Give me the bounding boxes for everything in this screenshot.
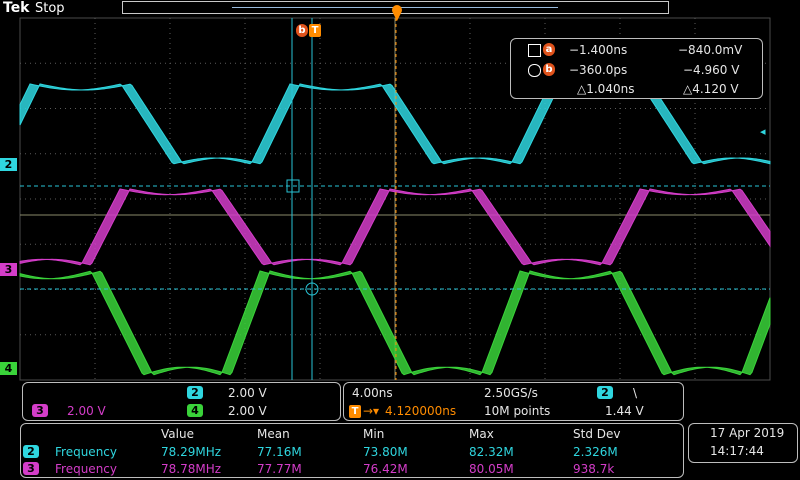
horizontal-trigger-panel[interactable]: 4.00ns 2.50GS/s 2 \ T →▾ 4.120000ns 10M … — [343, 382, 684, 421]
ch4-scale[interactable]: 2.00 V — [228, 404, 267, 418]
meas-row2-max: 80.05M — [469, 462, 514, 476]
meas-row1-min: 73.80M — [363, 445, 408, 459]
ch3-scale-badge[interactable]: 3 — [32, 404, 48, 417]
measurement-panel[interactable]: Value Mean Min Max Std Dev 2 Frequency 7… — [20, 423, 684, 478]
ch2-scale[interactable]: 2.00 V — [228, 386, 267, 400]
cursor-a-time: −1.400ns — [569, 43, 628, 57]
trigger-level-arrow-icon: ◂ — [760, 125, 766, 138]
meas-row1-max: 82.32M — [469, 445, 514, 459]
cursor-a-marker: a — [543, 43, 555, 56]
col-header-stddev: Std Dev — [573, 427, 621, 441]
trigger-position-marker[interactable] — [391, 3, 403, 27]
cursor-b-trigger-markers: b T — [296, 24, 321, 37]
channel-2-label[interactable]: 2 — [0, 158, 17, 171]
record-length[interactable]: 10M points — [484, 404, 550, 418]
date: 17 Apr 2019 — [710, 426, 785, 440]
channel-3-label[interactable]: 3 — [0, 263, 17, 276]
ch3-scale[interactable]: 2.00 V — [67, 404, 106, 418]
meas-row1-stddev: 2.326M — [573, 445, 618, 459]
cursor-delta-volt: △4.120 V — [683, 82, 739, 96]
time-per-div[interactable]: 4.00ns — [352, 386, 393, 400]
time: 14:17:44 — [710, 444, 764, 458]
meas-row2-value: 78.78MHz — [161, 462, 222, 476]
col-header-value: Value — [161, 427, 194, 441]
meas-row1-mean: 77.16M — [257, 445, 302, 459]
meas-row2-stddev: 938.7k — [573, 462, 615, 476]
vertical-scale-panel[interactable]: 2 2.00 V 3 2.00 V 4 2.00 V — [22, 382, 341, 421]
cursor-b-circle-icon — [528, 64, 541, 77]
meas-row2-mean: 77.77M — [257, 462, 302, 476]
cursor-b-volt: −4.960 V — [683, 63, 740, 77]
col-header-min: Min — [363, 427, 385, 441]
cursor-b-time: −360.0ps — [569, 63, 628, 77]
trigger-position[interactable]: 4.120000ns — [385, 404, 456, 418]
datetime-panel[interactable]: 17 Apr 2019 14:17:44 — [688, 423, 798, 463]
cursor-b-marker[interactable]: b — [296, 24, 308, 37]
ch2-scale-badge[interactable]: 2 — [187, 386, 203, 399]
trigger-arrow-icon: →▾ — [363, 404, 380, 418]
trigger-position-icon: T — [349, 405, 361, 418]
trigger-slope-icon[interactable]: \ — [633, 386, 637, 400]
cursor-readout-panel: a −1.400ns −840.0mV b −360.0ps −4.960 V … — [510, 38, 763, 99]
cursor-a-volt: −840.0mV — [678, 43, 743, 57]
meas-row2-name[interactable]: Frequency — [55, 462, 117, 476]
meas-row2-min: 76.42M — [363, 462, 408, 476]
sample-rate[interactable]: 2.50GS/s — [484, 386, 538, 400]
meas-row1-value: 78.29MHz — [161, 445, 222, 459]
meas-row1-channel: 2 — [23, 445, 39, 458]
trigger-marker[interactable]: T — [309, 24, 321, 37]
cursor-delta-time: △1.040ns — [577, 82, 635, 96]
trigger-source-badge[interactable]: 2 — [597, 386, 613, 399]
cursor-a-square-icon — [528, 44, 541, 57]
channel-4-label[interactable]: 4 — [0, 362, 17, 375]
meas-row2-channel: 3 — [23, 462, 39, 475]
cursor-b-marker-readout: b — [543, 63, 555, 76]
trigger-level[interactable]: 1.44 V — [605, 404, 644, 418]
col-header-max: Max — [469, 427, 494, 441]
meas-row1-name[interactable]: Frequency — [55, 445, 117, 459]
col-header-mean: Mean — [257, 427, 290, 441]
ch4-scale-badge[interactable]: 4 — [187, 404, 203, 417]
